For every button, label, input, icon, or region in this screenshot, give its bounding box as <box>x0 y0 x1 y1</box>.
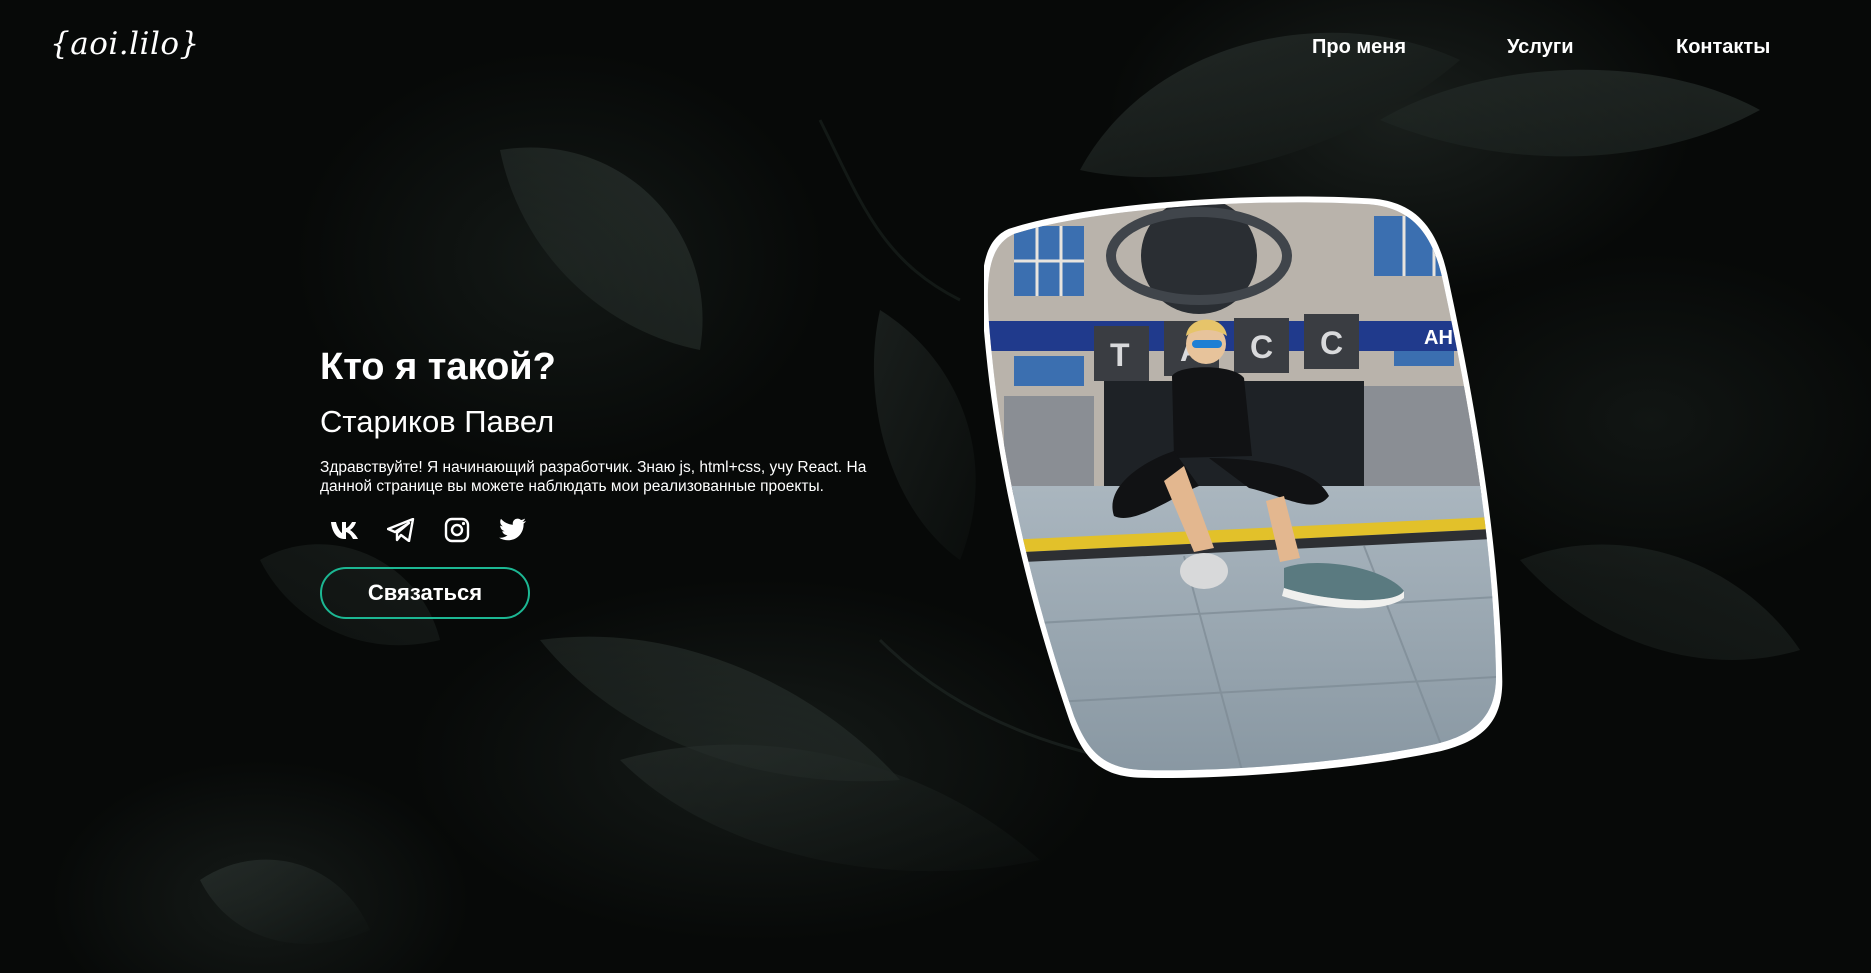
hero-section: Кто я такой? Стариков Павел Здравствуйте… <box>320 345 900 619</box>
hero-description: Здравствуйте! Я начинающий разработчик. … <box>320 458 867 496</box>
main-nav: Про меня Услуги Контакты <box>0 36 1871 66</box>
svg-text:С: С <box>1320 325 1343 361</box>
hero-title: Кто я такой? <box>320 346 556 388</box>
photo-ticker-text: АН <box>1424 327 1453 349</box>
hero-name: Стариков Павел <box>320 403 555 439</box>
svg-text:С: С <box>1250 329 1273 365</box>
svg-text:Т: Т <box>1110 337 1130 373</box>
social-links <box>320 515 900 545</box>
nav-link-contacts[interactable]: Контакты <box>1676 36 1770 59</box>
nav-link-services[interactable]: Услуги <box>1507 36 1574 59</box>
telegram-icon[interactable] <box>386 515 416 545</box>
profile-photo: АН Т А С С <box>981 196 1514 779</box>
background-leaves-image <box>200 32 1800 944</box>
twitter-icon[interactable] <box>498 515 528 545</box>
nav-link-about[interactable]: Про меня <box>1312 36 1406 59</box>
contact-button[interactable]: Связаться <box>320 566 530 619</box>
page: {aoi.lilo} Про меня Услуги Контакты Кто … <box>0 0 1871 973</box>
instagram-icon[interactable] <box>442 515 472 545</box>
vk-icon[interactable] <box>330 515 360 545</box>
